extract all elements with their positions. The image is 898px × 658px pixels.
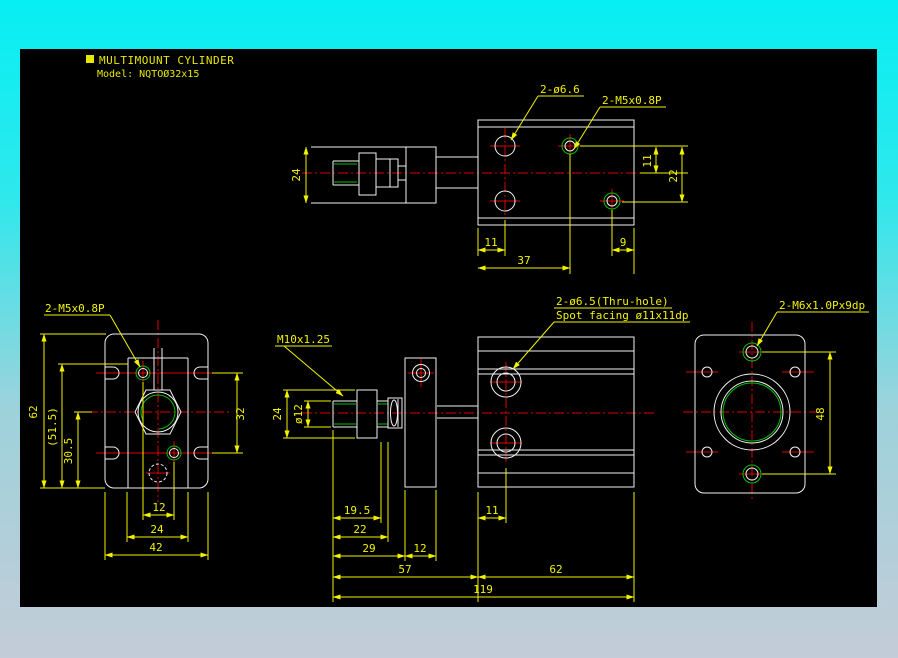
title-bullet-icon [86,55,94,63]
dim-front-center-to-bottom: 30.5 [62,438,75,465]
dim-end-hole-spacing: 48 [814,407,827,420]
dim-side-nut-width: 24 [271,407,284,421]
dim-front-notch-spacing: 32 [234,407,247,420]
dim-side-rod-ext: 22 [353,523,366,536]
dim-front-thread-spacing: 12 [152,501,165,514]
front-view: 2-M5x0.8P 62 (51.5) 30.5 32 12 24 42 [27,302,247,560]
technical-drawing: MULTIMOUNT CYLINDER Model: NQTOØ32x15 24… [27,54,869,602]
title-block: MULTIMOUNT CYLINDER Model: NQTOØ32x15 [86,54,234,80]
dim-top-thread-pos: 37 [517,254,530,267]
dim-front-height: 62 [27,405,40,418]
dim-side-front-len: 57 [398,563,411,576]
dim-side-plate-thk: 12 [413,542,426,555]
dim-side-to-plate: 29 [362,542,375,555]
dim-top-offset-v: 11 [641,154,654,167]
dim-side-total-len: 119 [473,583,493,596]
label-side-thru-hole-2: Spot facing ø11x11dp [556,309,688,322]
dim-side-hole-offset: 11 [485,504,498,517]
dim-top-thread-edge: 9 [620,236,627,249]
dim-top-spacing-v: 22 [667,169,680,182]
dim-side-body-len: 62 [549,563,562,576]
cad-application-window: MULTIMOUNT CYLINDER Model: NQTOØ32x15 24… [0,0,898,658]
end-view: 2-M6x1.0Px9dp 48 [683,299,869,502]
dim-top-rod-height: 24 [290,168,303,182]
top-view: 24 11 22 11 9 37 2-ø6.6 2-M5x0.8P [290,83,688,274]
side-view: M10x1.25 2-ø6.5(Thru-hole) Spot facing ø… [271,295,690,602]
drawing-model: Model: NQTOØ32x15 [97,68,199,80]
dim-side-thread-len: 19.5 [344,504,371,517]
label-top-threads: 2-M5x0.8P [602,94,662,107]
drawing-title: MULTIMOUNT CYLINDER [99,54,234,67]
dim-side-rod-dia: ø12 [292,404,305,424]
label-front-threads: 2-M5x0.8P [45,302,105,315]
dim-front-tube: 24 [150,523,164,536]
label-side-rod-thread: M10x1.25 [277,333,330,346]
label-top-holes: 2-ø6.6 [540,83,580,96]
label-end-threads: 2-M6x1.0Px9dp [779,299,865,312]
dim-front-width: 42 [149,541,162,554]
drawing-canvas[interactable]: MULTIMOUNT CYLINDER Model: NQTOØ32x15 24… [20,49,877,607]
dim-top-offset-h: 11 [484,236,497,249]
dim-front-ref-height: (51.5) [46,407,59,447]
label-side-thru-hole-1: 2-ø6.5(Thru-hole) [556,295,669,308]
